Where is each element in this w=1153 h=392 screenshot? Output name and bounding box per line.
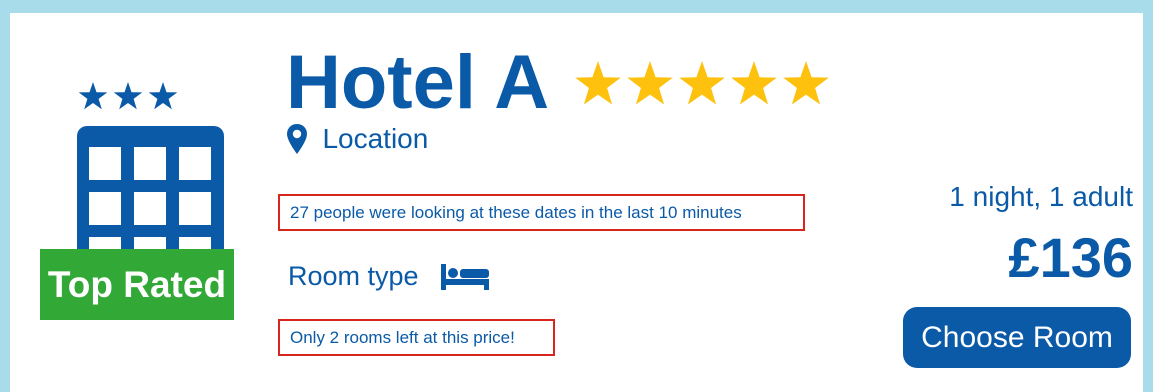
price: £136 xyxy=(1008,226,1133,289)
recent-views-notice: 27 people were looking at these dates in… xyxy=(278,194,805,231)
logo-star-icon xyxy=(148,82,178,110)
room-type-label: Room type xyxy=(288,261,419,291)
hotel-card: Top Rated Hotel A Location 27 people wer… xyxy=(10,13,1143,392)
stay-summary: 1 night, 1 adult xyxy=(949,181,1133,212)
location[interactable]: Location xyxy=(286,123,428,163)
choose-room-button[interactable]: Choose Room xyxy=(903,307,1131,368)
bed-icon xyxy=(441,263,490,290)
hotel-name: Hotel A xyxy=(286,40,550,125)
title-row: Hotel A xyxy=(286,38,834,128)
logo-star-icon xyxy=(78,82,108,110)
room-type: Room type xyxy=(288,261,490,297)
logo-star-icon xyxy=(113,82,143,110)
location-label: Location xyxy=(322,123,429,154)
star-icon xyxy=(626,61,673,105)
top-rated-badge: Top Rated xyxy=(40,249,234,320)
rooms-left-notice: Only 2 rooms left at this price! xyxy=(278,319,555,356)
star-icon xyxy=(730,61,777,105)
map-pin-icon xyxy=(287,124,307,154)
star-icon xyxy=(782,61,829,105)
star-icon xyxy=(678,61,725,105)
star-icon xyxy=(574,61,621,105)
star-rating xyxy=(574,60,834,106)
